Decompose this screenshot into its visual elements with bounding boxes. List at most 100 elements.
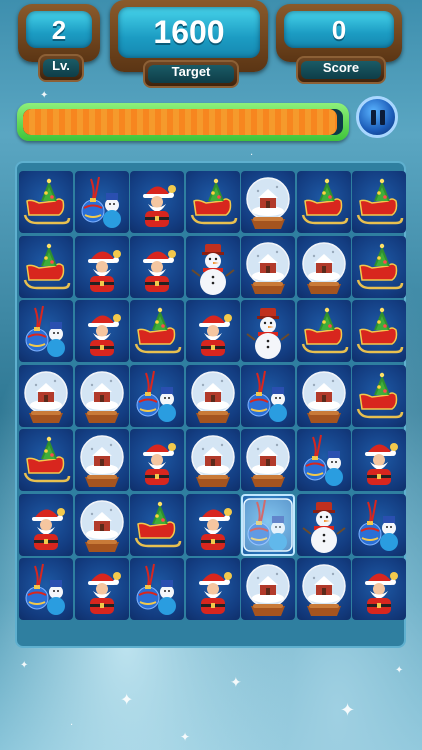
tile-sleigh[interactable]: [19, 235, 73, 298]
sleigh-icon: [23, 436, 71, 483]
tile-sleigh[interactable]: [352, 235, 406, 298]
santa-icon: [198, 314, 232, 356]
santa-icon: [198, 507, 232, 550]
snow-globe-icon: [246, 241, 290, 294]
tile-sleigh[interactable]: [185, 171, 240, 233]
tile-santa[interactable]: [130, 171, 184, 233]
sleigh-icon: [356, 243, 404, 289]
snow-globe-icon: [190, 435, 235, 487]
tile-sleigh[interactable]: [352, 300, 406, 362]
snow-globe-icon: [79, 370, 124, 423]
sleigh-icon: [356, 178, 404, 225]
snow-globe-icon: [301, 370, 346, 423]
tile-snow-globe[interactable]: [296, 364, 351, 427]
snowman-icon: [246, 308, 290, 359]
tile-ornament-snowman[interactable]: [352, 493, 406, 556]
tile-ornament-snowman[interactable]: [130, 558, 184, 620]
level-label-tag: Lv.: [38, 54, 84, 82]
santa-icon: [32, 507, 65, 550]
sleigh-icon: [23, 178, 71, 225]
tile-sleigh[interactable]: [130, 300, 184, 362]
tile-snow-globe[interactable]: [74, 364, 129, 427]
snow-globe-icon: [301, 564, 346, 616]
sleigh-icon: [356, 372, 404, 418]
tile-santa[interactable]: [185, 493, 240, 556]
snow-globe-icon: [301, 241, 346, 294]
tile-ornament-snowman[interactable]: [130, 364, 184, 427]
tile-santa[interactable]: [19, 493, 73, 556]
tile-santa[interactable]: [74, 300, 129, 362]
tile-santa[interactable]: [352, 429, 406, 491]
ornament-snowman-icon: [81, 176, 121, 228]
progress-bar: [17, 103, 349, 141]
tile-sleigh[interactable]: [352, 364, 406, 427]
score-value: 0: [284, 11, 394, 48]
tile-snowman[interactable]: [185, 235, 240, 298]
sleigh-icon: [301, 307, 348, 354]
tile-snow-globe[interactable]: [241, 235, 295, 298]
tile-snow-globe[interactable]: [241, 558, 295, 620]
santa-icon: [87, 249, 121, 292]
level-label: Lv.: [43, 59, 79, 77]
tile-ornament-snowman-iced[interactable]: [241, 493, 295, 556]
progress-track: [23, 109, 343, 135]
tile-ornament-snowman[interactable]: [19, 300, 73, 362]
tile-santa[interactable]: [130, 235, 184, 298]
tile-sleigh[interactable]: [130, 493, 184, 556]
sleigh-icon: [190, 178, 237, 225]
ornament-snowman-icon: [247, 370, 287, 422]
ornament-snowman-icon: [25, 563, 65, 615]
snow-globe-icon: [246, 564, 290, 616]
snowman-icon: [190, 243, 235, 295]
sleigh-icon: [23, 243, 71, 289]
target-value: 1600: [118, 7, 260, 58]
tile-ornament-snowman[interactable]: [296, 429, 351, 491]
tile-ornament-snowman[interactable]: [74, 171, 129, 233]
sleigh-icon: [134, 307, 182, 354]
score-label-tag: Score: [296, 56, 386, 84]
tile-ornament-snowman[interactable]: [241, 364, 295, 427]
tile-snowman[interactable]: [241, 300, 295, 362]
game-board: [15, 161, 406, 648]
tile-snow-globe[interactable]: [241, 171, 295, 233]
sleigh-icon: [356, 307, 404, 354]
snow-globe-icon: [24, 370, 68, 423]
tile-sleigh[interactable]: [19, 429, 73, 491]
tile-sleigh[interactable]: [352, 171, 406, 233]
tile-snow-globe[interactable]: [74, 493, 129, 556]
snowman-icon: [301, 501, 346, 553]
snow-globe-icon: [79, 435, 124, 487]
snow-globe-icon: [79, 499, 124, 552]
tile-santa[interactable]: [185, 300, 240, 362]
santa-icon: [87, 572, 121, 614]
tile-santa[interactable]: [74, 558, 129, 620]
tile-snow-globe[interactable]: [185, 429, 240, 491]
santa-icon: [365, 572, 398, 614]
level-value: 2: [26, 11, 92, 48]
tile-sleigh[interactable]: [19, 171, 73, 233]
santa-icon: [143, 185, 176, 227]
tile-snow-globe[interactable]: [296, 235, 351, 298]
sleigh-icon: [301, 178, 348, 225]
tile-snow-globe[interactable]: [185, 364, 240, 427]
tile-sleigh[interactable]: [296, 300, 351, 362]
snow-globe-icon: [246, 177, 290, 229]
tile-santa[interactable]: [74, 235, 129, 298]
tile-snow-globe[interactable]: [296, 558, 351, 620]
snow-globe-icon: [246, 435, 290, 487]
tile-sleigh[interactable]: [296, 171, 351, 233]
tile-snow-globe[interactable]: [241, 429, 295, 491]
tile-santa[interactable]: [352, 558, 406, 620]
tile-snow-globe[interactable]: [19, 364, 73, 427]
score-panel: 0: [276, 4, 402, 62]
tile-snowman[interactable]: [296, 493, 351, 556]
score-label: Score: [301, 61, 381, 79]
ice-block: [243, 497, 293, 552]
tile-ornament-snowman[interactable]: [19, 558, 73, 620]
target-label: Target: [148, 65, 234, 83]
tile-santa[interactable]: [130, 429, 184, 491]
tile-santa[interactable]: [185, 558, 240, 620]
santa-icon: [365, 443, 398, 485]
tile-snow-globe[interactable]: [74, 429, 129, 491]
pause-button[interactable]: [356, 96, 398, 138]
